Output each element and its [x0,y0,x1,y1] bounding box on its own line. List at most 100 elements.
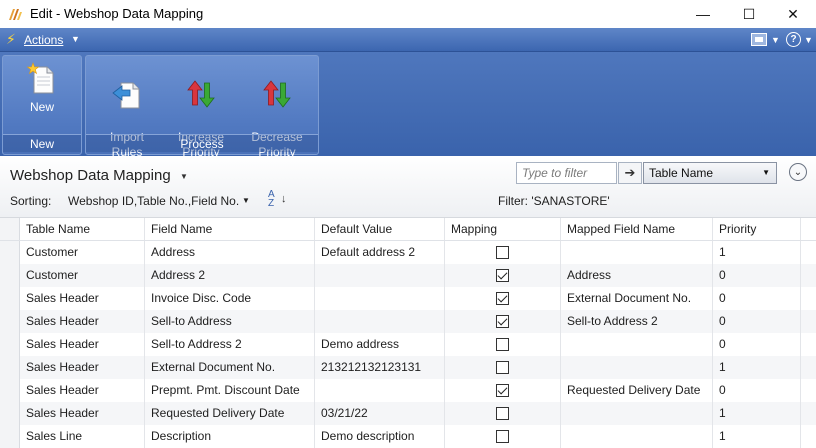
cell-default-value[interactable] [315,264,445,287]
table-row[interactable]: Customer Address 2 Address 0 [0,264,816,287]
cell-table-name[interactable]: Sales Header [20,310,145,333]
mapping-checkbox[interactable] [496,246,509,259]
table-row[interactable]: Sales Header External Document No. 2132121… [0,356,816,379]
mapping-checkbox[interactable] [496,269,509,282]
table-row[interactable]: Sales Header Prepmt. Pmt. Discount Date Re… [0,379,816,402]
mapping-checkbox[interactable] [496,361,509,374]
close-button[interactable]: ✕ [770,0,816,28]
filter-field-select[interactable]: Table Name ▼ [643,162,777,184]
cell-default-value[interactable]: Demo description [315,425,445,448]
cell-mapping[interactable] [445,356,561,379]
cell-table-name[interactable]: Sales Header [20,356,145,379]
chevron-down-icon[interactable]: ▼ [804,35,813,45]
cell-mapping[interactable] [445,241,561,264]
lightning-icon: ⚡ [6,31,16,47]
help-icon[interactable]: ? [786,32,801,47]
mapping-checkbox[interactable] [496,292,509,305]
new-button[interactable]: New [9,62,75,115]
cell-priority[interactable]: 0 [713,287,801,310]
cell-field-name[interactable]: Address [145,241,315,264]
column-header-default-value[interactable]: Default Value [315,218,445,240]
cell-priority[interactable]: 1 [713,356,801,379]
table-row[interactable]: Sales Header Requested Delivery Date 03/21… [0,402,816,425]
sort-arrow-icon[interactable]: ↓ [281,193,287,205]
mapping-checkbox[interactable] [496,384,509,397]
cell-priority[interactable]: 1 [713,402,801,425]
cell-mapping[interactable] [445,379,561,402]
cell-field-name[interactable]: Prepmt. Pmt. Discount Date [145,379,315,402]
column-header-field-name[interactable]: Field Name [145,218,315,240]
cell-field-name[interactable]: External Document No. [145,356,315,379]
window-layout-icon[interactable] [751,33,767,46]
cell-table-name[interactable]: Customer [20,241,145,264]
cell-table-name[interactable]: Sales Header [20,333,145,356]
cell-priority[interactable]: 0 [713,333,801,356]
cell-field-name[interactable]: Sell-to Address 2 [145,333,315,356]
cell-mapped-field-name[interactable]: Address [561,264,713,287]
cell-default-value[interactable]: Default address 2 [315,241,445,264]
cell-field-name[interactable]: Invoice Disc. Code [145,287,315,310]
minimize-button[interactable]: — [680,0,726,28]
column-header-priority[interactable]: Priority [713,218,801,240]
mapping-checkbox[interactable] [496,315,509,328]
cell-field-name[interactable]: Sell-to Address [145,310,315,333]
cell-default-value[interactable] [315,287,445,310]
page-title[interactable]: Webshop Data Mapping [10,167,171,184]
cell-mapping[interactable] [445,310,561,333]
cell-table-name[interactable]: Sales Header [20,402,145,425]
column-header-mapping[interactable]: Mapping [445,218,561,240]
cell-priority[interactable]: 1 [713,241,801,264]
cell-mapped-field-name[interactable] [561,333,713,356]
maximize-button[interactable]: ☐ [726,0,772,28]
cell-mapping[interactable] [445,425,561,448]
sorting-select[interactable]: Webshop ID,Table No.,Field No. [68,194,239,208]
chevron-down-icon[interactable]: ▼ [771,35,780,45]
row-gutter [0,333,20,356]
cell-default-value[interactable]: Demo address [315,333,445,356]
sort-direction-icon[interactable]: AZ [268,190,275,209]
mapping-checkbox[interactable] [496,338,509,351]
cell-table-name[interactable]: Sales Header [20,287,145,310]
column-header-table-name[interactable]: Table Name [20,218,145,240]
cell-priority[interactable]: 0 [713,310,801,333]
cell-field-name[interactable]: Description [145,425,315,448]
table-row[interactable]: Customer Address Default address 2 1 [0,241,816,264]
cell-priority[interactable]: 1 [713,425,801,448]
cell-mapping[interactable] [445,287,561,310]
chevron-down-icon[interactable]: ▼ [71,34,80,44]
arrow-right-icon[interactable]: ➔ [618,162,642,184]
cell-mapped-field-name[interactable]: Sell-to Address 2 [561,310,713,333]
cell-table-name[interactable]: Sales Header [20,379,145,402]
cell-table-name[interactable]: Sales Line [20,425,145,448]
table-row[interactable]: Sales Header Sell-to Address 2 Demo addres… [0,333,816,356]
mapping-checkbox[interactable] [496,407,509,420]
cell-field-name[interactable]: Address 2 [145,264,315,287]
cell-mapped-field-name[interactable] [561,356,713,379]
cell-mapped-field-name[interactable] [561,425,713,448]
cell-priority[interactable]: 0 [713,379,801,402]
cell-mapped-field-name[interactable]: Requested Delivery Date [561,379,713,402]
filter-input[interactable] [516,162,617,184]
chevron-down-icon[interactable]: ▼ [180,172,188,181]
cell-default-value[interactable] [315,310,445,333]
actions-menu[interactable]: Actions [24,33,63,47]
table-row[interactable]: Sales Header Sell-to Address Sell-to Addre… [0,310,816,333]
cell-mapping[interactable] [445,402,561,425]
table-row[interactable]: Sales Line Description Demo description 1 [0,425,816,448]
mapping-checkbox[interactable] [496,430,509,443]
cell-default-value[interactable]: 213212132123131 [315,356,445,379]
cell-mapped-field-name[interactable]: External Document No. [561,287,713,310]
cell-table-name[interactable]: Customer [20,264,145,287]
cell-mapping[interactable] [445,264,561,287]
chevron-down-icon[interactable]: ▼ [242,196,250,205]
cell-mapping[interactable] [445,333,561,356]
cell-field-name[interactable]: Requested Delivery Date [145,402,315,425]
cell-mapped-field-name[interactable] [561,241,713,264]
cell-default-value[interactable] [315,379,445,402]
column-header-mapped-field-name[interactable]: Mapped Field Name [561,218,713,240]
expand-filter-icon[interactable]: ⌄ [789,163,807,181]
cell-mapped-field-name[interactable] [561,402,713,425]
cell-priority[interactable]: 0 [713,264,801,287]
table-row[interactable]: Sales Header Invoice Disc. Code External D… [0,287,816,310]
cell-default-value[interactable]: 03/21/22 [315,402,445,425]
